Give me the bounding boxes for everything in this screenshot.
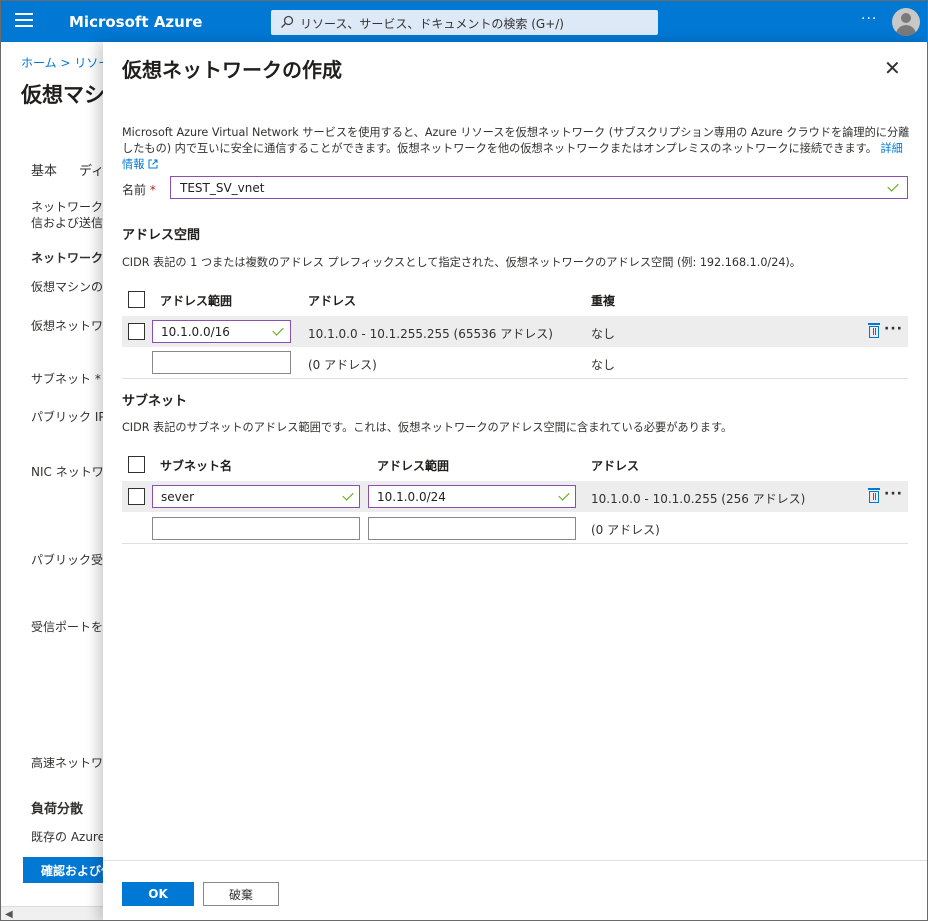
col-address: アドレス	[308, 294, 357, 308]
panel-description: Microsoft Azure Virtual Network サービスを使用す…	[122, 125, 912, 173]
search-input[interactable]: リソース、サービス、ドキュメントの検索 (G+/)	[271, 10, 658, 35]
overlap-value: なし	[591, 327, 616, 341]
search-placeholder: リソース、サービス、ドキュメントの検索 (G+/)	[300, 17, 564, 31]
col-address-range: アドレス範囲	[160, 294, 233, 308]
description-text: Microsoft Azure Virtual Network サービスを使用す…	[122, 126, 910, 155]
subnet-row-checkbox[interactable]	[128, 488, 145, 505]
breadcrumb[interactable]: ホーム > リソー	[21, 54, 110, 71]
new-subnet-name-input[interactable]	[152, 517, 360, 540]
address-space-description: CIDR 表記の 1 つまたは複数のアドレス プレフィックスとして指定された、仮…	[122, 256, 801, 269]
new-address-value: (0 アドレス)	[308, 358, 377, 372]
horizontal-scrollbar[interactable]: ◀	[1, 906, 111, 920]
col-subnet-address: アドレス	[591, 459, 640, 473]
close-icon[interactable]: ✕	[884, 56, 901, 80]
bg-label-public-ip: パブリック IP	[31, 410, 106, 424]
subnet-description: CIDR 表記のサブネットのアドレス範囲です。これは、仮想ネットワークのアドレス…	[122, 421, 733, 434]
tab-basics[interactable]: 基本	[31, 160, 57, 179]
col-overlap: 重複	[591, 294, 616, 308]
row-more-icon[interactable]: ···	[884, 486, 903, 502]
more-options-icon[interactable]: ···	[861, 11, 877, 27]
tab-disks[interactable]: ディ	[79, 160, 104, 179]
background-page: ホーム > リソー 仮想マシ 基本 ディ ネットワーク イン 信および送信ま ネ…	[1, 42, 131, 920]
name-label: 名前 *	[122, 183, 156, 197]
address-value: 10.1.0.0 - 10.1.255.255 (65536 アドレス)	[308, 327, 553, 341]
page-title: 仮想マシ	[21, 83, 105, 107]
address-range-input[interactable]: 10.1.0.0/16	[152, 320, 291, 343]
row-divider	[122, 543, 908, 544]
address-row-checkbox[interactable]	[128, 323, 145, 340]
row-more-icon[interactable]: ···	[884, 321, 903, 337]
discard-button[interactable]: 破棄	[203, 882, 279, 906]
valid-check-icon	[887, 180, 899, 192]
new-overlap-value: なし	[591, 358, 616, 372]
avatar[interactable]	[892, 8, 920, 36]
app-window: Microsoft Azure リソース、サービス、ドキュメントの検索 (G+/…	[0, 0, 928, 921]
create-vnet-panel: 仮想ネットワークの作成 ✕ Microsoft Azure Virtual Ne…	[103, 42, 927, 920]
scroll-left-icon[interactable]: ◀	[5, 909, 13, 920]
new-subnet-address-value: (0 アドレス)	[591, 523, 660, 537]
ok-button[interactable]: OK	[122, 882, 194, 906]
select-all-subnet-checkbox[interactable]	[128, 456, 145, 473]
subnet-heading: サブネット	[122, 394, 188, 409]
valid-check-icon	[558, 489, 570, 501]
col-subnet-range: アドレス範囲	[377, 459, 450, 473]
new-address-range-input[interactable]	[152, 351, 291, 374]
bg-heading-lb: 負荷分散	[31, 802, 84, 817]
address-space-heading: アドレス空間	[122, 228, 201, 243]
menu-icon[interactable]	[15, 13, 33, 29]
delete-icon[interactable]	[868, 323, 880, 338]
row-divider	[122, 378, 908, 379]
bg-text-existing: 既存の Azure	[31, 830, 105, 844]
select-all-address-checkbox[interactable]	[128, 291, 145, 308]
search-icon	[281, 15, 294, 28]
panel-footer: OK 破棄	[103, 860, 927, 920]
name-field[interactable]: TEST_SV_vnet	[170, 176, 908, 199]
new-subnet-range-input[interactable]	[368, 517, 576, 540]
subnet-range-input[interactable]: 10.1.0.0/24	[368, 485, 576, 508]
col-subnet-name: サブネット名	[160, 459, 233, 473]
bg-label-subnet: サブネット *	[31, 372, 101, 386]
delete-icon[interactable]	[868, 488, 880, 503]
subnet-address-value: 10.1.0.0 - 10.1.0.255 (256 アドレス)	[591, 492, 806, 506]
external-link-icon[interactable]	[148, 159, 158, 169]
top-bar: Microsoft Azure リソース、サービス、ドキュメントの検索 (G+/…	[1, 1, 927, 42]
subnet-name-input[interactable]: sever	[152, 485, 360, 508]
panel-title: 仮想ネットワークの作成	[122, 58, 342, 82]
valid-check-icon	[342, 489, 354, 501]
brand-logo[interactable]: Microsoft Azure	[69, 13, 202, 31]
valid-check-icon	[272, 324, 284, 336]
